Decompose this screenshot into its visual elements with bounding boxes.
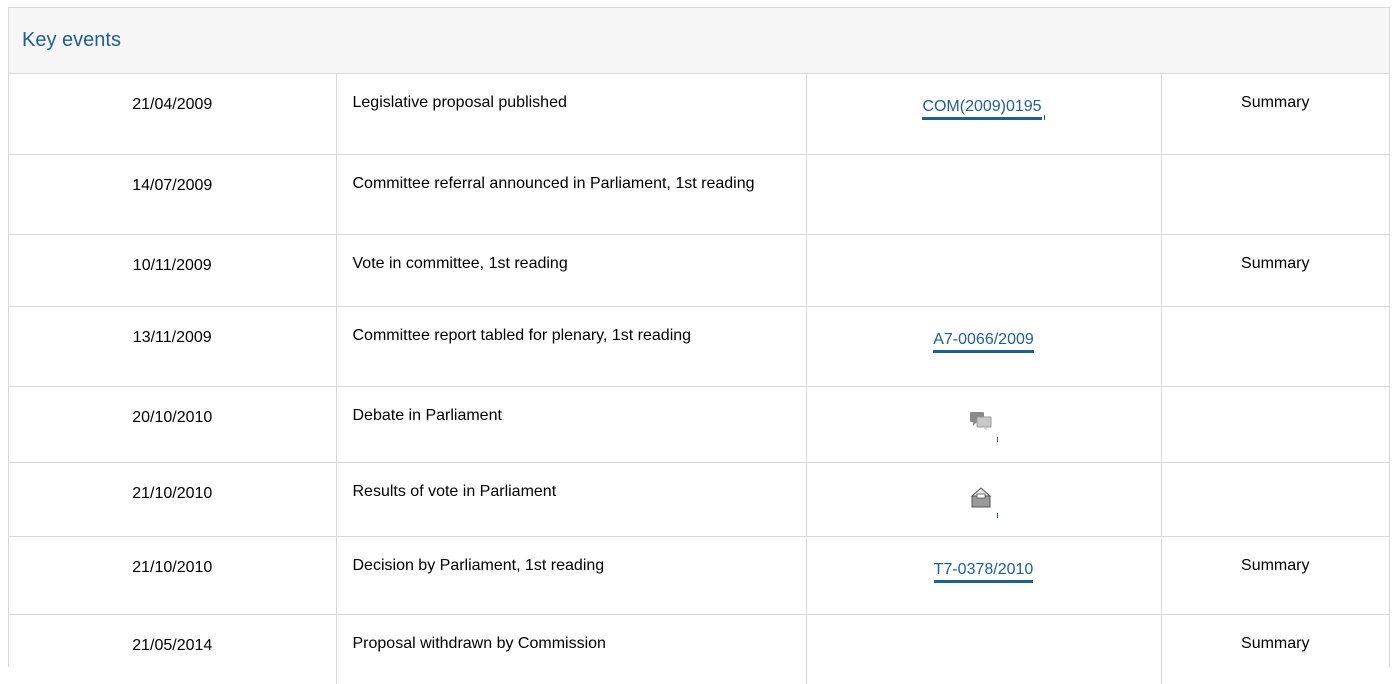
document-link[interactable]: A7-0066/2009 bbox=[933, 331, 1034, 353]
event-summary bbox=[1161, 462, 1389, 537]
table-row: 21/10/2010 Decision by Parliament, 1st r… bbox=[9, 536, 1389, 615]
debate-icon[interactable] bbox=[969, 409, 995, 435]
event-description: Proposal withdrawn by Commission bbox=[336, 614, 807, 684]
event-date: 21/04/2009 bbox=[9, 74, 337, 155]
event-description: Committee referral announced in Parliame… bbox=[336, 154, 807, 235]
event-summary[interactable]: Summary bbox=[1161, 536, 1389, 615]
key-events-panel: Key events 21/04/2009 Legislative propos… bbox=[8, 7, 1390, 684]
event-description: Decision by Parliament, 1st reading bbox=[336, 536, 807, 615]
event-summary[interactable]: Summary bbox=[1161, 74, 1389, 155]
link-marker bbox=[1043, 115, 1045, 120]
event-date: 21/10/2010 bbox=[9, 536, 337, 615]
event-date: 10/11/2009 bbox=[9, 234, 337, 307]
event-description: Debate in Parliament bbox=[336, 386, 807, 463]
event-description: Results of vote in Parliament bbox=[336, 462, 807, 537]
vote-icon[interactable] bbox=[969, 485, 995, 511]
event-summary bbox=[1161, 154, 1389, 235]
event-summary[interactable]: Summary bbox=[1161, 234, 1389, 307]
panel-header: Key events bbox=[9, 8, 1389, 74]
link-marker bbox=[997, 512, 998, 518]
event-date: 21/05/2014 bbox=[9, 614, 337, 684]
event-reference bbox=[806, 386, 1162, 463]
event-summary[interactable]: Summary bbox=[1161, 614, 1389, 684]
table-row: 21/10/2010 Results of vote in Parliament bbox=[9, 462, 1389, 537]
table-row: 10/11/2009 Vote in committee, 1st readin… bbox=[9, 234, 1389, 307]
event-description: Committee report tabled for plenary, 1st… bbox=[336, 306, 807, 387]
event-reference: COM(2009)0195 bbox=[806, 74, 1162, 155]
event-date: 21/10/2010 bbox=[9, 462, 337, 537]
event-date: 13/11/2009 bbox=[9, 306, 337, 387]
panel-title: Key events bbox=[22, 29, 121, 51]
table-row: 14/07/2009 Committee referral announced … bbox=[9, 154, 1389, 235]
event-reference bbox=[806, 154, 1162, 235]
table-row: 20/10/2010 Debate in Parliament bbox=[9, 386, 1389, 463]
event-date: 14/07/2009 bbox=[9, 154, 337, 235]
document-link[interactable]: T7-0378/2010 bbox=[933, 561, 1034, 583]
event-reference: T7-0378/2010 bbox=[806, 536, 1162, 615]
event-reference bbox=[806, 462, 1162, 537]
event-summary bbox=[1161, 386, 1389, 463]
event-date: 20/10/2010 bbox=[9, 386, 337, 463]
table-row: 21/04/2009 Legislative proposal publishe… bbox=[9, 74, 1389, 155]
event-description: Legislative proposal published bbox=[336, 74, 807, 155]
event-reference: A7-0066/2009 bbox=[806, 306, 1162, 387]
link-marker bbox=[997, 436, 998, 442]
event-reference bbox=[806, 614, 1162, 684]
event-reference bbox=[806, 234, 1162, 307]
document-link[interactable]: COM(2009)0195 bbox=[922, 98, 1042, 120]
event-description: Vote in committee, 1st reading bbox=[336, 234, 807, 307]
event-summary bbox=[1161, 306, 1389, 387]
table-row: 13/11/2009 Committee report tabled for p… bbox=[9, 306, 1389, 387]
table-row: 21/05/2014 Proposal withdrawn by Commiss… bbox=[9, 614, 1389, 684]
key-events-table: 21/04/2009 Legislative proposal publishe… bbox=[9, 74, 1389, 684]
